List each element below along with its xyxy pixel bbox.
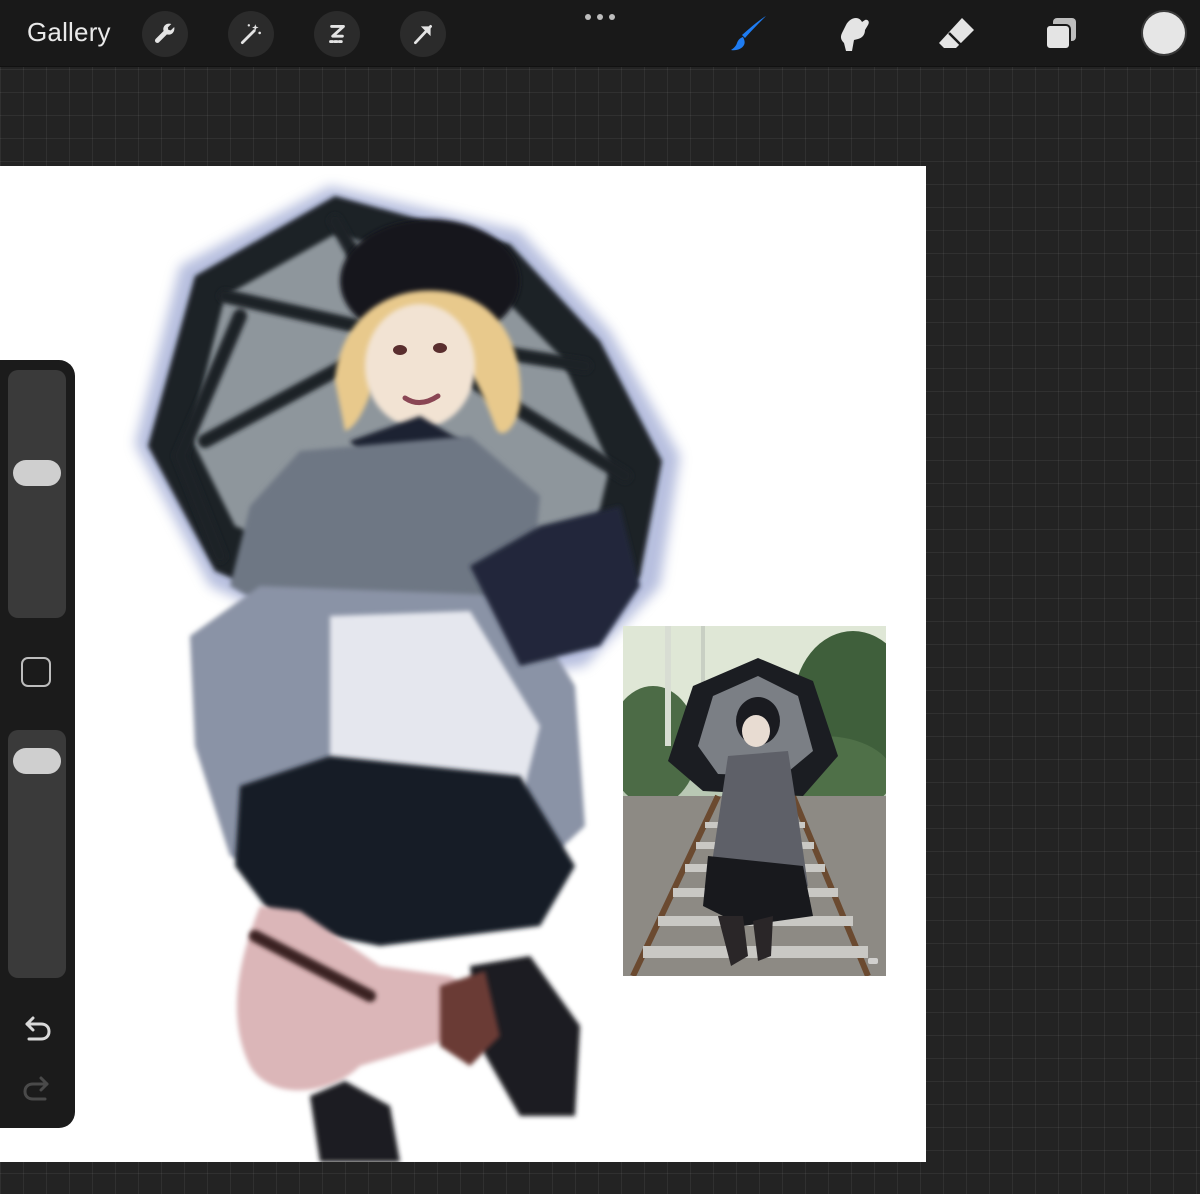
smudge-tool[interactable] xyxy=(829,10,877,58)
actions-wrench-button[interactable] xyxy=(142,11,188,57)
selection-button[interactable] xyxy=(314,11,360,57)
more-options-button[interactable] xyxy=(583,4,617,30)
color-picker-swatch[interactable] xyxy=(1143,12,1185,54)
brush-size-thumb[interactable] xyxy=(13,459,61,486)
ellipsis-icon xyxy=(585,14,615,20)
paint-brush-tool[interactable] xyxy=(724,10,772,58)
magic-wand-icon xyxy=(240,24,261,45)
wrench-icon xyxy=(154,23,175,43)
opacity-thumb[interactable] xyxy=(13,747,61,774)
brush-size-slider[interactable] xyxy=(8,370,66,618)
eraser-icon xyxy=(939,18,974,48)
reference-photo-image xyxy=(623,626,886,976)
eraser-tool[interactable] xyxy=(933,10,981,58)
drawing-canvas[interactable] xyxy=(0,166,926,1162)
layers-icon xyxy=(1045,18,1076,50)
procreate-app: Gallery xyxy=(0,0,1200,1194)
redo-button[interactable] xyxy=(20,1072,54,1106)
left-sidebar xyxy=(0,360,75,1128)
redo-icon xyxy=(23,1076,49,1101)
adjustments-wand-button[interactable] xyxy=(228,11,274,57)
opacity-slider[interactable] xyxy=(8,730,66,978)
reference-photo[interactable] xyxy=(623,626,886,976)
top-toolbar: Gallery xyxy=(0,0,1200,67)
brush-icon xyxy=(731,16,766,51)
undo-button[interactable] xyxy=(20,1012,54,1046)
transform-arrow-icon xyxy=(414,25,432,45)
selection-icon xyxy=(329,25,345,43)
undo-icon xyxy=(25,1016,51,1041)
modify-button[interactable] xyxy=(21,657,51,687)
smudge-icon xyxy=(840,18,869,51)
layers-button[interactable] xyxy=(1037,10,1085,58)
gallery-button[interactable]: Gallery xyxy=(27,17,111,48)
transform-button[interactable] xyxy=(400,11,446,57)
